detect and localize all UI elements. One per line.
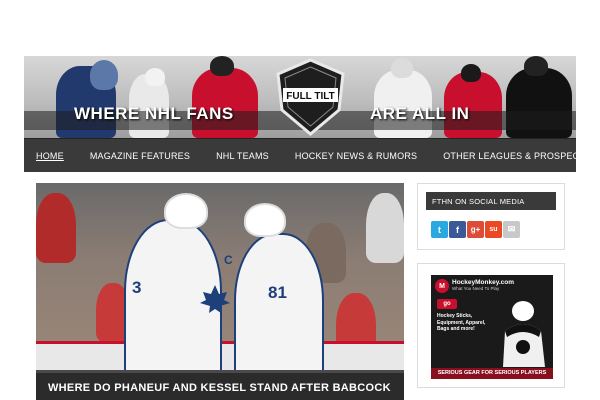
email-icon[interactable]: ✉	[503, 221, 520, 238]
ad-logo-glyph: M	[439, 282, 445, 290]
ad-widget: M HockeyMonkey.com What You Need To Play…	[417, 263, 565, 388]
ad-footer: SERIOUS GEAR FOR SERIOUS PLAYERS	[431, 368, 553, 379]
ad-player-image	[503, 301, 545, 367]
maple-leaf-icon	[200, 285, 230, 313]
player-kessel-helmet	[244, 203, 286, 237]
main-nav: HOME MAGAZINE FEATURES NHL TEAMS HOCKEY …	[24, 138, 591, 172]
player-kessel	[234, 233, 324, 383]
banner-goalie-mask	[90, 60, 118, 90]
nav-item-other-leagues-prospects[interactable]: OTHER LEAGUES & PROSPECTS	[443, 151, 591, 161]
ad-body-text: Hockey Sticks, Equipment, Apparel, Bags …	[437, 313, 486, 332]
jersey-number-3: 3	[132, 278, 142, 297]
google-plus-glyph: g+	[470, 225, 481, 234]
hockeymonkey-ad[interactable]: M HockeyMonkey.com What You Need To Play…	[431, 275, 553, 379]
social-icons: t f g+ su ✉	[431, 221, 520, 238]
nav-item-magazine-features[interactable]: MAGAZINE FEATURES	[90, 151, 190, 161]
stumbleupon-icon[interactable]: su	[485, 221, 502, 238]
banner-helmet-blackhawks	[461, 64, 481, 82]
jersey-number-81: 81	[268, 283, 287, 302]
stumbleupon-glyph: su	[489, 226, 498, 233]
page: WHERE NHL FANS ARE ALL IN FULL TILT HOME…	[0, 0, 600, 400]
twitter-icon[interactable]: t	[431, 221, 448, 238]
ad-brand: HockeyMonkey.com	[452, 279, 515, 286]
player-phaneuf-helmet	[164, 193, 208, 229]
banner-right-text: ARE ALL IN	[370, 104, 470, 123]
nav-item-nhl-teams[interactable]: NHL TEAMS	[216, 151, 269, 161]
banner-helmet-penguins	[524, 56, 548, 76]
ad-go-button[interactable]: go	[437, 299, 457, 309]
logo-text: FULL TILT	[286, 91, 335, 102]
nav-item-home[interactable]: HOME	[36, 151, 64, 161]
facebook-glyph: f	[456, 224, 459, 235]
social-widget-title: FTHN ON SOCIAL MEDIA	[426, 192, 556, 210]
google-plus-icon[interactable]: g+	[467, 221, 484, 238]
featured-article[interactable]: 3 C 81 WHERE DO PHANEUF AND KESSEL STAND…	[36, 183, 404, 400]
crowd-fan	[36, 193, 76, 263]
facebook-icon[interactable]: f	[449, 221, 466, 238]
nav-item-hockey-news-rumors[interactable]: HOCKEY NEWS & RUMORS	[295, 151, 417, 161]
banner-helmet-white	[145, 68, 165, 86]
banner-helmet-capitals	[210, 56, 234, 76]
banner-helmet-lightning	[391, 58, 413, 78]
full-tilt-logo[interactable]: FULL TILT	[273, 58, 348, 136]
hockeymonkey-logo-icon: M	[435, 279, 449, 293]
ad-tagline: What You Need To Play	[452, 286, 500, 291]
crowd-fan	[366, 193, 404, 263]
social-media-widget: FTHN ON SOCIAL MEDIA t f g+ su ✉	[417, 183, 565, 250]
banner-left-text: WHERE NHL FANS	[74, 104, 234, 123]
captain-letter: C	[224, 253, 233, 267]
twitter-glyph: t	[438, 224, 441, 235]
email-glyph: ✉	[507, 224, 516, 234]
feature-caption[interactable]: WHERE DO PHANEUF AND KESSEL STAND AFTER …	[36, 370, 404, 400]
